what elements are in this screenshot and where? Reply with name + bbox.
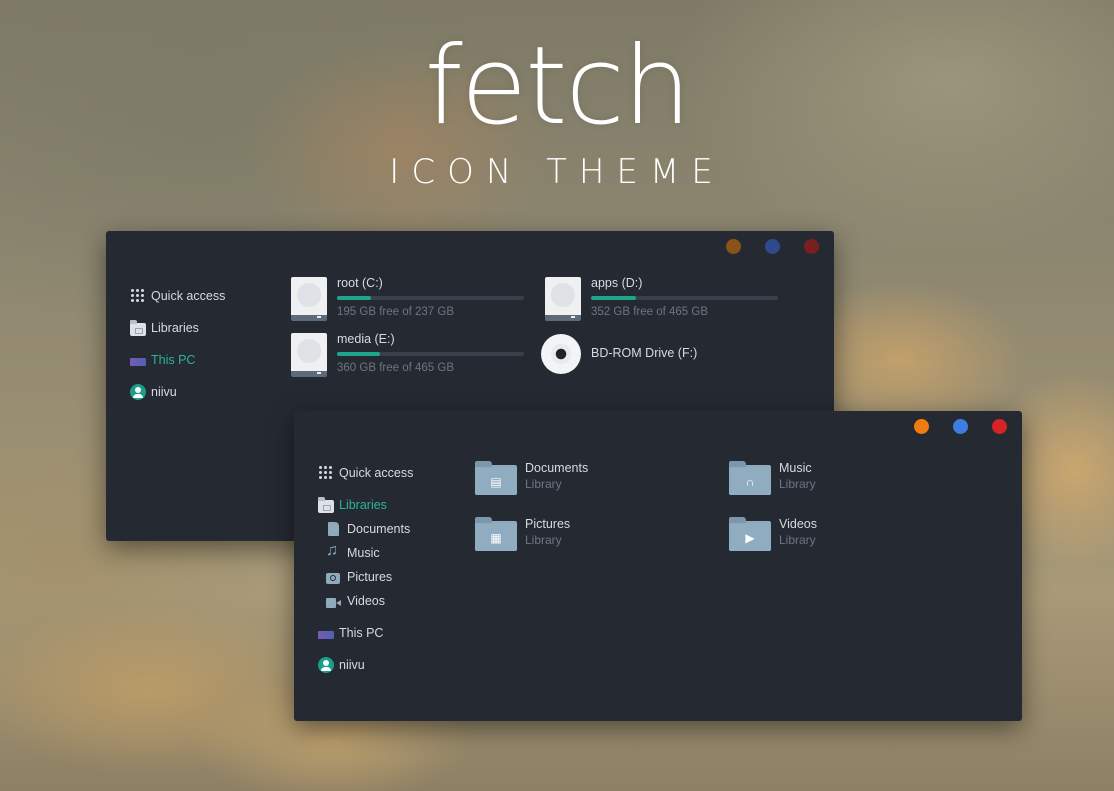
drive-usage-bar bbox=[337, 296, 524, 300]
close-button[interactable] bbox=[992, 419, 1007, 434]
sidebar-item-libraries[interactable]: Libraries bbox=[318, 495, 387, 515]
sidebar-item-label: Quick access bbox=[339, 466, 414, 480]
drive-free-space: 352 GB free of 465 GB bbox=[591, 306, 708, 318]
video-icon bbox=[326, 597, 341, 608]
drive-free-space: 195 GB free of 237 GB bbox=[337, 306, 454, 318]
library-type: Library bbox=[525, 533, 562, 547]
libraries-icon bbox=[318, 496, 334, 513]
minimize-button[interactable] bbox=[726, 239, 741, 254]
sidebar-item-label: This PC bbox=[151, 353, 196, 367]
library-type: Library bbox=[525, 477, 562, 491]
close-button[interactable] bbox=[804, 239, 819, 254]
this-pc-icon bbox=[130, 358, 146, 366]
video-icon: ▶ bbox=[745, 531, 755, 545]
sidebar-item-pictures[interactable]: Pictures bbox=[326, 567, 392, 587]
maximize-button[interactable] bbox=[765, 239, 780, 254]
sidebar-item-label: Libraries bbox=[151, 321, 199, 335]
sidebar-item-label: Libraries bbox=[339, 498, 387, 512]
sidebar-item-label: Documents bbox=[347, 522, 411, 536]
library-documents[interactable]: ▤ Documents Library bbox=[475, 461, 675, 495]
drive-media-e[interactable]: media (E:) 360 GB free of 465 GB bbox=[291, 332, 531, 381]
drive-usage-bar bbox=[337, 352, 524, 356]
library-name: Videos bbox=[779, 517, 817, 531]
drive-name: media (E:) bbox=[337, 332, 395, 346]
document-icon: ▤ bbox=[490, 475, 502, 489]
drive-name: apps (D:) bbox=[591, 276, 643, 290]
headphones-icon: ∩ bbox=[745, 475, 755, 489]
sidebar-item-label: niivu bbox=[151, 385, 177, 399]
sidebar-item-this-pc[interactable]: This PC bbox=[130, 350, 195, 370]
sidebar-item-user[interactable]: niivu bbox=[318, 655, 365, 675]
sidebar-item-label: niivu bbox=[339, 658, 365, 672]
drive-usage-bar bbox=[591, 296, 778, 300]
grid-icon bbox=[130, 288, 146, 304]
maximize-button[interactable] bbox=[953, 419, 968, 434]
camera-icon bbox=[326, 572, 340, 584]
hard-drive-icon bbox=[291, 277, 327, 321]
drive-name: root (C:) bbox=[337, 276, 383, 290]
disc-icon bbox=[541, 334, 581, 374]
libraries-icon bbox=[130, 319, 146, 336]
hard-drive-icon bbox=[545, 277, 581, 321]
sidebar-item-quick-access[interactable]: Quick access bbox=[130, 286, 225, 306]
drive-name: BD-ROM Drive (F:) bbox=[591, 346, 698, 360]
sidebar-item-label: Quick access bbox=[151, 289, 226, 303]
sidebar-item-libraries[interactable]: Libraries bbox=[130, 318, 199, 338]
drive-root-c[interactable]: root (C:) 195 GB free of 237 GB bbox=[291, 276, 531, 325]
drive-free-space: 360 GB free of 465 GB bbox=[337, 362, 454, 374]
library-type: Library bbox=[779, 533, 816, 547]
document-icon bbox=[328, 522, 339, 536]
library-videos[interactable]: ▶ Videos Library bbox=[729, 517, 929, 551]
sidebar-item-label: Music bbox=[347, 546, 380, 560]
hard-drive-icon bbox=[291, 333, 327, 377]
sidebar-item-music[interactable]: Music bbox=[326, 542, 380, 563]
hero-subtitle: ICON THEME bbox=[389, 152, 725, 192]
library-type: Library bbox=[779, 477, 816, 491]
grid-icon bbox=[318, 465, 334, 481]
sidebar-item-videos[interactable]: Videos bbox=[326, 591, 385, 611]
drive-bd-rom-f[interactable]: BD-ROM Drive (F:) bbox=[541, 333, 785, 381]
explorer-window-libraries: Quick access Libraries Documents Music P… bbox=[294, 411, 1022, 721]
image-icon: ▦ bbox=[490, 531, 502, 545]
library-music[interactable]: ∩ Music Library bbox=[729, 461, 929, 495]
music-icon bbox=[326, 542, 340, 561]
sidebar-item-this-pc[interactable]: This PC bbox=[318, 623, 383, 643]
user-icon bbox=[130, 384, 146, 400]
user-icon bbox=[318, 657, 334, 673]
hero-title: fetch bbox=[424, 24, 692, 149]
sidebar-item-label: This PC bbox=[339, 626, 384, 640]
library-name: Documents bbox=[525, 461, 589, 475]
sidebar-item-label: Videos bbox=[347, 594, 385, 608]
sidebar-item-label: Pictures bbox=[347, 570, 393, 584]
library-name: Pictures bbox=[525, 517, 571, 531]
sidebar-item-quick-access[interactable]: Quick access bbox=[318, 463, 413, 483]
library-pictures[interactable]: ▦ Pictures Library bbox=[475, 517, 675, 551]
minimize-button[interactable] bbox=[914, 419, 929, 434]
sidebar-item-user[interactable]: niivu bbox=[130, 382, 177, 402]
this-pc-icon bbox=[318, 631, 334, 639]
sidebar-item-documents[interactable]: Documents bbox=[326, 519, 410, 539]
drive-apps-d[interactable]: apps (D:) 352 GB free of 465 GB bbox=[545, 276, 785, 325]
library-name: Music bbox=[779, 461, 812, 475]
